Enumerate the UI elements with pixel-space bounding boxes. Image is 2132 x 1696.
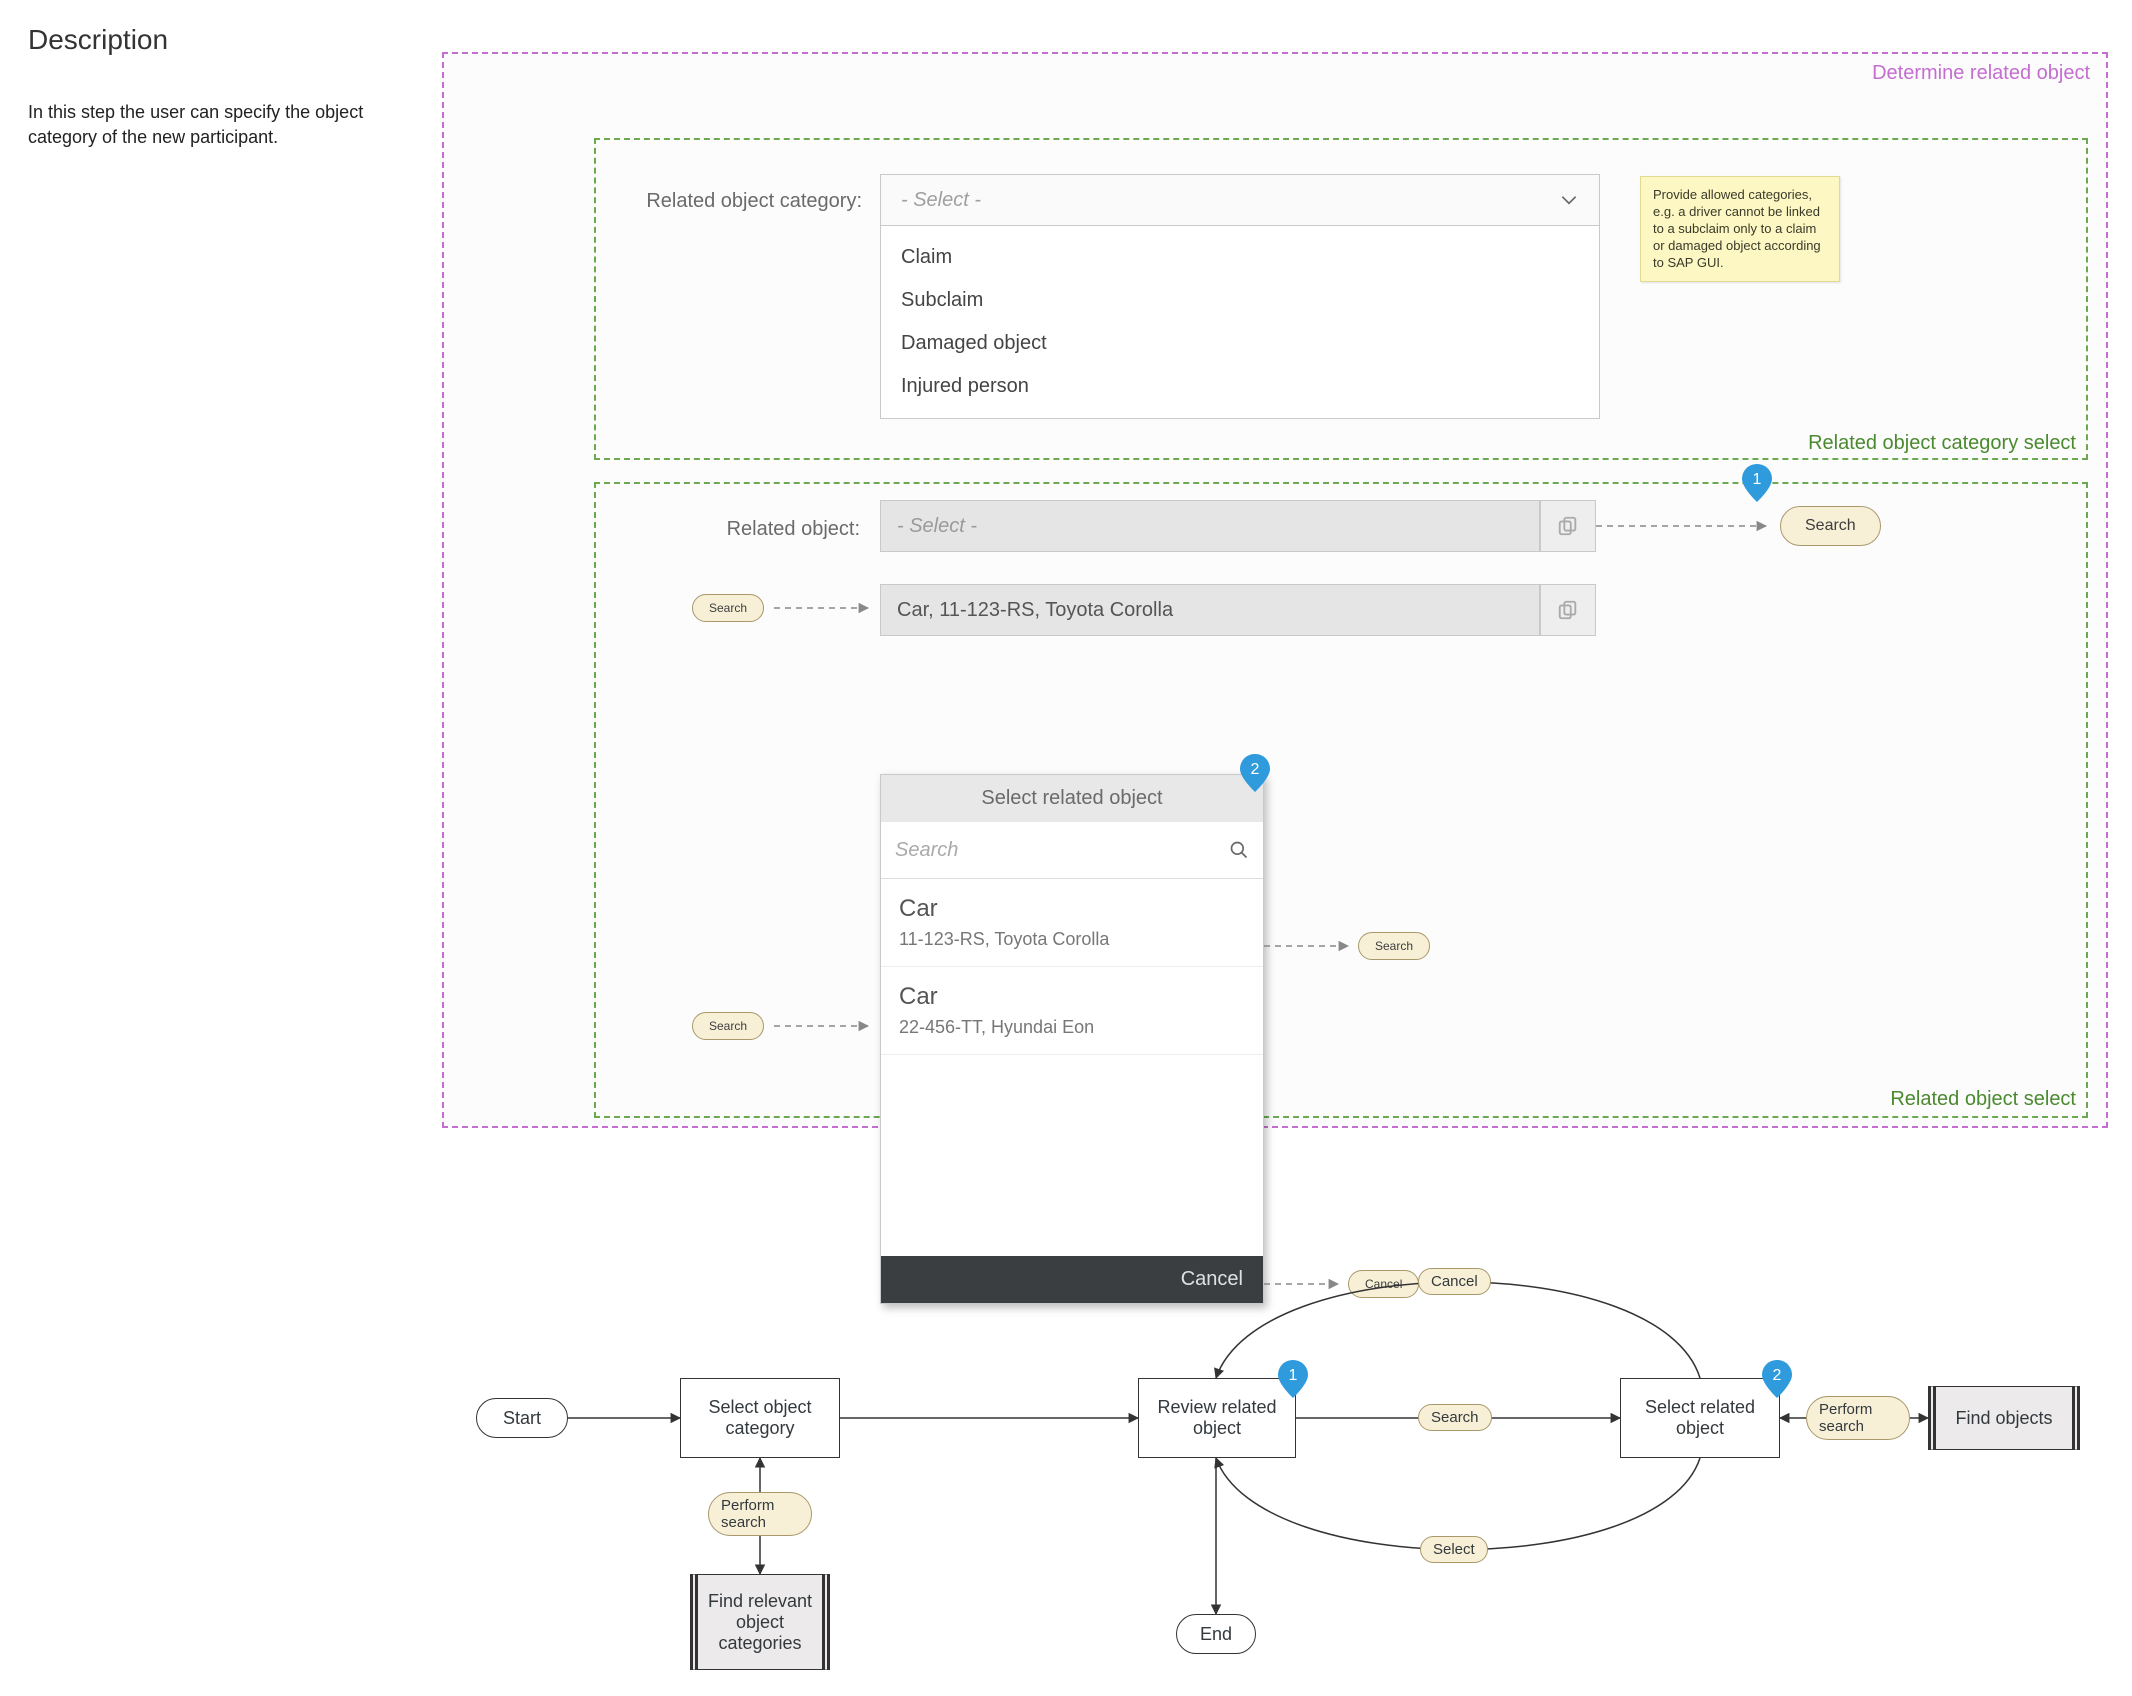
related-object-input-filled[interactable]: Car, 11-123-RS, Toyota Corolla [880, 584, 1540, 636]
determine-related-object-label: Determine related object [1690, 62, 2090, 85]
value-help-button[interactable] [1540, 500, 1596, 552]
category-dropdown-list: Claim Subclaim Damaged object Injured pe… [880, 226, 1600, 419]
search-icon [1229, 840, 1249, 860]
connector [1264, 1274, 1344, 1294]
chevron-down-icon [1559, 190, 1579, 210]
marker-2: 2 [1240, 754, 1270, 792]
svg-text:1: 1 [1289, 1367, 1298, 1384]
select-related-object-modal: Select related object Search Car 11-123-… [880, 774, 1264, 1304]
modal-option-subtitle: 11-123-RS, Toyota Corolla [899, 929, 1245, 950]
flow-select-related: Select related object [1620, 1378, 1780, 1458]
category-select-frame-label: Related object category select [1620, 432, 2076, 455]
flow-find-relevant-categories: Find relevant object categories [690, 1574, 830, 1670]
modal-cancel-button[interactable]: Cancel [881, 1256, 1263, 1303]
flow-end: End [1176, 1614, 1256, 1654]
modal-option[interactable]: Car 22-456-TT, Hyundai Eon [881, 967, 1263, 1055]
svg-text:2: 2 [1251, 761, 1260, 778]
category-field-label: Related object category: [622, 190, 862, 213]
sticky-note: Provide allowed categories, e.g. a drive… [1640, 176, 1840, 282]
search-pill[interactable]: Search [692, 1012, 764, 1040]
flow-perform-search-label: Perform search [1806, 1396, 1910, 1440]
category-select[interactable]: - Select - [880, 174, 1600, 226]
description-text: In this step the user can specify the ob… [28, 100, 388, 150]
category-option[interactable]: Claim [881, 236, 1599, 279]
flow-find-objects: Find objects [1928, 1386, 2080, 1450]
connector [1264, 936, 1354, 956]
modal-title: Select related object [881, 775, 1263, 822]
flow-search-label: Search [1418, 1404, 1492, 1431]
connector [774, 598, 874, 618]
modal-search-placeholder: Search [895, 839, 958, 862]
search-pill[interactable]: Search [1780, 506, 1881, 546]
marker-1: 1 [1278, 1360, 1308, 1398]
search-pill[interactable]: Search [692, 594, 764, 622]
modal-option-title: Car [899, 895, 1245, 923]
connector [774, 1016, 874, 1036]
flow-select-category: Select object category [680, 1378, 840, 1458]
modal-option-subtitle: 22-456-TT, Hyundai Eon [899, 1017, 1245, 1038]
cancel-pill[interactable]: Cancel [1348, 1270, 1419, 1298]
value-help-button[interactable] [1540, 584, 1596, 636]
marker-2: 2 [1762, 1360, 1792, 1398]
category-select-placeholder: - Select - [901, 189, 981, 212]
search-pill[interactable]: Search [1358, 932, 1430, 960]
modal-option[interactable]: Car 11-123-RS, Toyota Corolla [881, 879, 1263, 967]
svg-text:2: 2 [1773, 1367, 1782, 1384]
flow-start: Start [476, 1398, 568, 1438]
flow-perform-search-label: Perform search [708, 1492, 812, 1536]
related-object-input-empty[interactable]: - Select - [880, 500, 1540, 552]
flow-select-label: Select [1420, 1536, 1488, 1563]
related-object-value: Car, 11-123-RS, Toyota Corolla [897, 599, 1173, 622]
object-select-frame-label: Related object select [1780, 1088, 2076, 1111]
modal-search-input[interactable]: Search [881, 822, 1263, 879]
category-option[interactable]: Injured person [881, 365, 1599, 408]
marker-1: 1 [1742, 464, 1772, 502]
value-help-icon [1557, 515, 1579, 537]
flow-review-related: Review related object [1138, 1378, 1296, 1458]
category-option[interactable]: Damaged object [881, 322, 1599, 365]
value-help-icon [1557, 599, 1579, 621]
page-title: Description [28, 24, 168, 56]
flow-cancel-label: Cancel [1418, 1268, 1491, 1295]
category-option[interactable]: Subclaim [881, 279, 1599, 322]
connector [1596, 516, 1772, 536]
svg-text:1: 1 [1753, 471, 1762, 488]
modal-option-title: Car [899, 983, 1245, 1011]
related-object-label: Related object: [700, 518, 860, 541]
related-object-placeholder: - Select - [897, 515, 977, 538]
